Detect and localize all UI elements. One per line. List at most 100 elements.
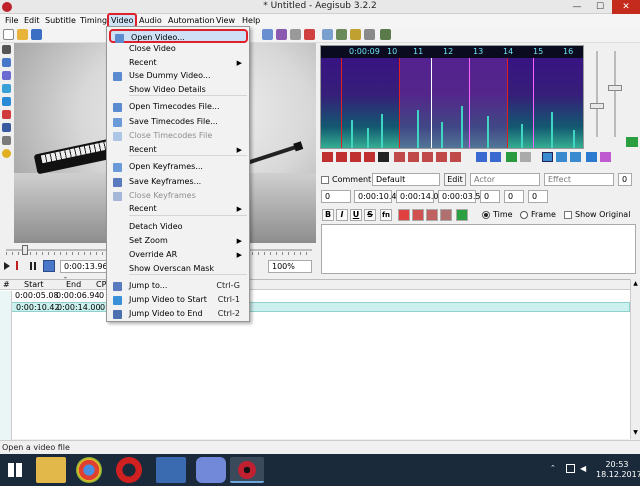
style-edit-button[interactable]: Edit [444,173,466,186]
open-file-icon[interactable] [17,29,28,40]
goto-icon[interactable] [520,152,531,162]
video-menu-item-detach-video[interactable]: Detach Video [109,220,248,234]
table-row[interactable]: 1 0:00:05.08 0:00:06.94 0 [0,291,630,301]
file-explorer-icon[interactable] [36,457,66,483]
menu-subtitle[interactable]: Subtitle [43,15,78,26]
video-menu-item-override-ar[interactable]: Override AR ▶ [109,248,248,262]
show-original-checkbox[interactable] [564,211,572,219]
tray-arrow-icon[interactable]: ⌃ [550,464,558,472]
outline-color-icon[interactable] [426,209,438,221]
spectrum-mode-icon[interactable] [586,152,597,162]
windows-start-icon[interactable] [8,463,22,477]
stop-icon[interactable] [378,152,389,162]
seek-thumb[interactable] [22,245,28,255]
close-button[interactable]: ✕ [612,0,640,14]
auto-scroll-icon[interactable] [570,152,581,162]
start-time-field[interactable]: 0:00:10.42 [354,190,402,203]
video-menu-item-set-zoom[interactable]: Set Zoom ▶ [109,234,248,248]
video-menu-item-open-video[interactable]: Open Video... [109,29,248,43]
font-button[interactable]: fn [380,209,392,221]
subtitle-text-editor[interactable] [321,224,636,274]
zoom-slider-track[interactable] [596,51,598,137]
paint-icon[interactable] [156,457,186,483]
menu-timing[interactable]: Timing [78,15,109,26]
actor-field[interactable]: Actor [470,173,540,186]
resample-icon[interactable] [364,29,375,40]
lead-in-icon[interactable] [476,152,487,162]
next-line-icon[interactable] [336,152,347,162]
video-menu-item-jump-video-to-start[interactable]: Jump Video to Start Ctrl-1 [109,293,248,307]
link-sliders-icon[interactable] [626,137,638,147]
end-time-field[interactable]: 0:00:14.00 [396,190,444,203]
scale-icon[interactable] [2,97,11,106]
commit-line-icon[interactable] [456,209,468,221]
play-before-icon[interactable] [394,152,405,162]
start-boundary[interactable] [399,58,400,148]
audio-selection[interactable] [399,58,507,148]
play-last-500-icon[interactable] [436,152,447,162]
timing-tool-icon[interactable] [322,29,333,40]
video-menu-item-save-timecodes-file[interactable]: Save Timecodes File... [109,115,248,129]
video-time-field[interactable]: 0:00:13.960 - [60,260,113,282]
bold-button[interactable]: B [322,209,334,221]
video-menu-item-recent[interactable]: Recent ▶ [109,202,248,216]
underline-button[interactable]: U [350,209,362,221]
grid-scrollbar[interactable]: ▲ ▼ [630,279,640,439]
properties-icon[interactable] [276,29,287,40]
network-icon[interactable] [566,464,575,473]
menu-automation[interactable]: Automation [166,15,217,26]
play-first-500-icon[interactable] [422,152,433,162]
volume-slider-track[interactable] [614,51,616,137]
fonts-icon[interactable] [290,29,301,40]
play-after-icon[interactable] [408,152,419,162]
video-menu-item-jump-to[interactable]: Jump to... Ctrl-G [109,279,248,293]
opera-icon[interactable] [116,457,142,483]
line-boundary[interactable] [341,58,342,148]
discord-icon[interactable] [196,457,226,483]
prev-line-icon[interactable] [322,152,333,162]
rotate-z-icon[interactable] [2,71,11,80]
options-icon[interactable] [380,29,391,40]
vector-clip-icon[interactable] [2,123,11,132]
effect-field[interactable]: Effect [544,173,614,186]
menu-audio[interactable]: Audio [137,15,164,26]
comment-checkbox[interactable] [321,176,329,184]
video-menu-item-open-timecodes-file[interactable]: Open Timecodes File... [109,100,248,114]
video-menu-item-use-dummy-video[interactable]: Use Dummy Video... [109,69,248,83]
menu-help[interactable]: Help [240,15,262,26]
margin-left-field[interactable]: 0 [480,190,500,203]
time-radio[interactable] [482,211,490,219]
auto-commit-icon[interactable] [542,152,553,162]
help-icon[interactable] [2,149,11,158]
lead-out-icon[interactable] [490,152,501,162]
scroll-down-icon[interactable]: ▼ [632,429,639,436]
primary-color-icon[interactable] [398,209,410,221]
system-clock[interactable]: 20:53 18.12.2017 [596,460,640,480]
auto-next-icon[interactable] [556,152,567,162]
rotate-xy-icon[interactable] [2,84,11,93]
zoom-select[interactable]: 100% [268,260,312,273]
end-boundary[interactable] [507,58,508,148]
play-line-icon[interactable] [16,261,24,270]
strikeout-button[interactable]: S [364,209,376,221]
play-line-icon[interactable] [364,152,375,162]
video-menu-item-save-keyframes[interactable]: Save Keyframes... [109,175,248,189]
play-icon[interactable] [4,262,10,270]
menu-edit[interactable]: Edit [22,15,42,26]
video-menu-item-close-video[interactable]: Close Video [109,42,248,56]
realtime-icon[interactable] [2,136,11,145]
volume-icon[interactable]: ◀ [580,464,589,473]
styles-icon[interactable] [262,29,273,40]
table-row-selected[interactable]: 2 0:00:10.42 0:00:14.00 0 [0,302,630,312]
italic-button[interactable]: I [336,209,348,221]
video-menu-item-jump-video-to-end[interactable]: Jump Video to End Ctrl-2 [109,307,248,321]
shadow-color-icon[interactable] [440,209,452,221]
aegisub-taskbar-icon[interactable] [230,457,264,483]
style-select[interactable]: Default [372,173,440,186]
secondary-color-icon[interactable] [412,209,424,221]
standard-tool-icon[interactable] [2,45,11,54]
volume-slider-thumb[interactable] [608,85,622,91]
save-icon[interactable] [31,29,42,40]
frame-radio[interactable] [520,211,528,219]
scroll-up-icon[interactable]: ▲ [632,280,639,287]
